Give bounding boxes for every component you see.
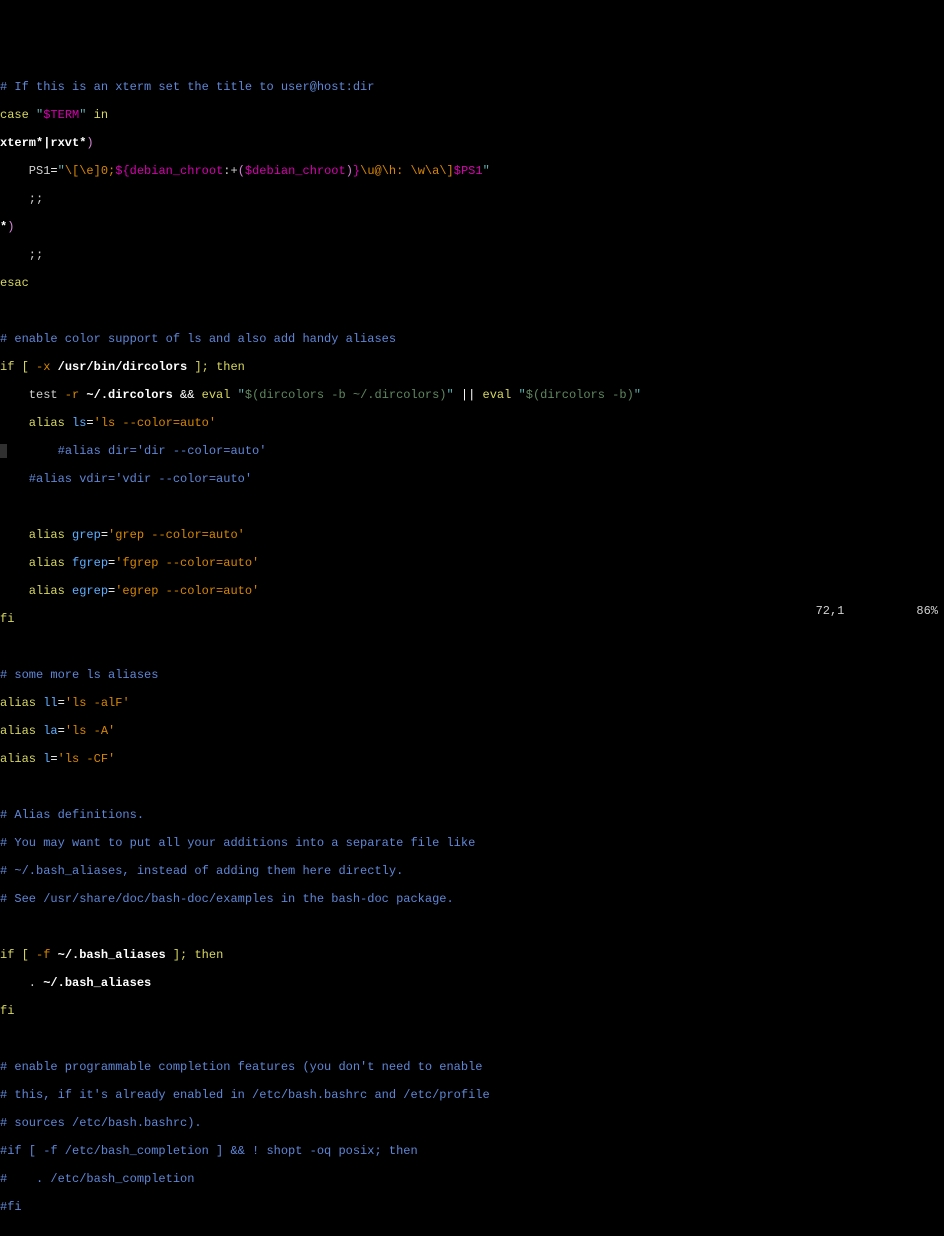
code-line	[0, 500, 944, 514]
code-line	[0, 640, 944, 654]
code-line: ;;	[0, 192, 944, 206]
code-line: # enable color support of ls and also ad…	[0, 332, 944, 346]
code-line: esac	[0, 276, 944, 290]
code-line: # enable programmable completion feature…	[0, 1060, 944, 1074]
code-line	[0, 304, 944, 318]
status-bar: 72,1 86%	[801, 590, 938, 618]
code-line: if [ -f ~/.bash_aliases ]; then	[0, 948, 944, 962]
code-line: ;;	[0, 248, 944, 262]
code-line: #alias dir='dir --color=auto'	[0, 444, 944, 458]
code-line: PS1="\[\e]0;${debian_chroot:+($debian_ch…	[0, 164, 944, 178]
code-line: # If this is an xterm set the title to u…	[0, 80, 944, 94]
code-line: # . /etc/bash_completion	[0, 1172, 944, 1186]
code-line: # sources /etc/bash.bashrc).	[0, 1116, 944, 1130]
code-line: fi	[0, 1004, 944, 1018]
code-line: # Alias definitions.	[0, 808, 944, 822]
cursor-position: 72,1	[816, 604, 845, 618]
scroll-percent: 86%	[916, 604, 938, 618]
code-line: alias ls='ls --color=auto'	[0, 416, 944, 430]
code-line: # You may want to put all your additions…	[0, 836, 944, 850]
code-line	[0, 1032, 944, 1046]
code-line: *)	[0, 220, 944, 234]
code-line: test -r ~/.dircolors && eval "$(dircolor…	[0, 388, 944, 402]
code-line: #alias vdir='vdir --color=auto'	[0, 472, 944, 486]
code-line: alias l='ls -CF'	[0, 752, 944, 766]
code-line: xterm*|rxvt*)	[0, 136, 944, 150]
code-line: . ~/.bash_aliases	[0, 976, 944, 990]
code-editor[interactable]: # If this is an xterm set the title to u…	[0, 56, 944, 1236]
code-line: # some more ls aliases	[0, 668, 944, 682]
code-line: # See /usr/share/doc/bash-doc/examples i…	[0, 892, 944, 906]
code-line: alias grep='grep --color=auto'	[0, 528, 944, 542]
code-line: case "$TERM" in	[0, 108, 944, 122]
code-line: alias la='ls -A'	[0, 724, 944, 738]
code-line: #fi	[0, 1200, 944, 1214]
430: #if [ -f /etc/bash_completion ] && ! sho…	[0, 1144, 944, 1158]
code-line: alias fgrep='fgrep --color=auto'	[0, 556, 944, 570]
code-line: # this, if it's already enabled in /etc/…	[0, 1088, 944, 1102]
code-line: alias ll='ls -alF'	[0, 696, 944, 710]
code-line	[0, 920, 944, 934]
code-line: # ~/.bash_aliases, instead of adding the…	[0, 864, 944, 878]
code-line	[0, 780, 944, 794]
code-line	[0, 1228, 944, 1236]
code-line: if [ -x /usr/bin/dircolors ]; then	[0, 360, 944, 374]
